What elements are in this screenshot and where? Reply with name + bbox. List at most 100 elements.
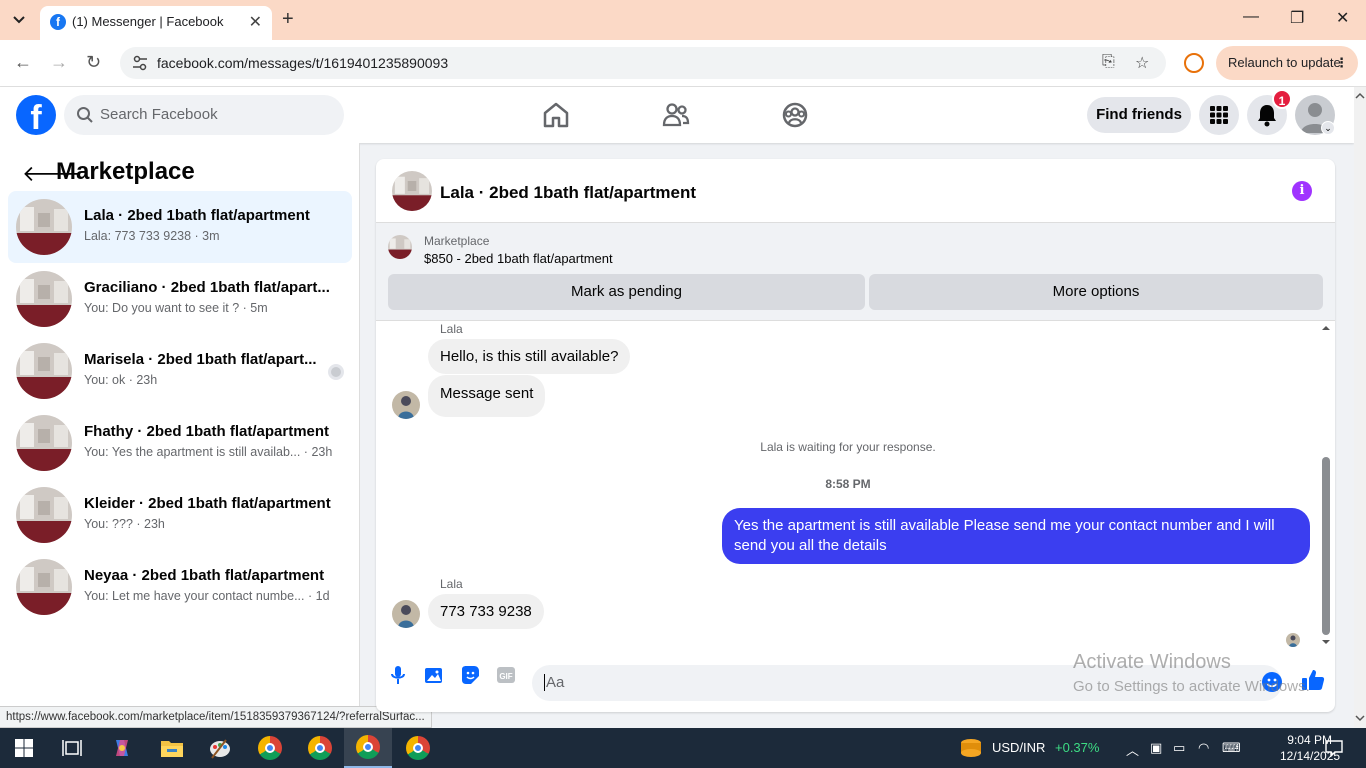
scroll-down-icon[interactable] <box>1319 637 1333 647</box>
thread-name: Kleider · 2bed 1bath flat/apartment <box>84 495 331 512</box>
forward-arrow-icon[interactable]: → <box>50 52 68 73</box>
info-icon[interactable]: i <box>1292 181 1312 201</box>
contact-avatar[interactable] <box>392 600 420 628</box>
message-scrollbar[interactable] <box>1319 321 1333 651</box>
tray-chevron-icon[interactable]: ︿ <box>1126 740 1139 759</box>
scroll-up-icon[interactable] <box>1354 91 1366 101</box>
message-timestamp: 8:58 PM <box>825 477 871 491</box>
window-close-icon[interactable]: ✕ <box>1336 8 1349 28</box>
coins-icon[interactable] <box>958 737 984 759</box>
microphone-icon[interactable] <box>387 664 409 686</box>
taskbar-chrome-profile-k[interactable] <box>246 728 294 768</box>
chrome-profile-icon[interactable] <box>1184 53 1204 73</box>
battery-icon[interactable]: ▭ <box>1173 740 1185 756</box>
facebook-header: f Search Facebook Find friends 1 ⌄ <box>0 87 1354 143</box>
listing-thumbnail <box>16 559 72 615</box>
chrome-menu-icon[interactable]: ⋮ <box>1335 46 1348 80</box>
taskbar-chrome-profile-2[interactable] <box>296 728 344 768</box>
wifi-icon[interactable]: ◠ <box>1198 740 1209 756</box>
bookmark-star-icon[interactable]: ☆ <box>1135 53 1149 73</box>
find-friends-button[interactable]: Find friends <box>1087 97 1191 133</box>
svg-text:GIF: GIF <box>499 672 512 681</box>
meet-now-icon[interactable]: ▣ <box>1150 740 1162 756</box>
taskbar-file-explorer[interactable] <box>148 728 196 768</box>
photo-icon[interactable] <box>423 664 445 686</box>
listing-thumbnail[interactable] <box>388 235 412 259</box>
friends-icon[interactable] <box>660 99 692 131</box>
thread-item-kleider[interactable]: Kleider · 2bed 1bath flat/apartment You:… <box>8 479 352 551</box>
contact-avatar[interactable] <box>392 391 420 419</box>
tab-title: (1) Messenger | Facebook <box>72 14 224 29</box>
ticker-change: +0.37% <box>1055 740 1100 755</box>
taskbar-copilot-app[interactable] <box>98 728 146 768</box>
gif-icon[interactable]: GIF <box>495 664 517 686</box>
browser-tab-messenger[interactable]: f (1) Messenger | Facebook ✕ <box>40 6 272 40</box>
taskbar-chrome-profile-4[interactable] <box>394 728 442 768</box>
link-status-bar: https://www.facebook.com/marketplace/ite… <box>0 706 432 728</box>
windows-logo-icon <box>15 739 33 757</box>
listing-price-title[interactable]: $850 - 2bed 1bath flat/apartment <box>424 251 613 266</box>
thread-name: Graciliano · 2bed 1bath flat/apart... <box>84 279 330 296</box>
scroll-up-icon[interactable] <box>1319 323 1333 333</box>
browser-toolbar: ← → ↻ facebook.com/messages/t/1619401235… <box>0 40 1366 87</box>
tab-close-icon[interactable]: ✕ <box>249 12 262 32</box>
tab-search-chevron-icon[interactable] <box>6 8 32 32</box>
outgoing-message[interactable]: Yes the apartment is still available Ple… <box>722 508 1310 564</box>
windows-taskbar: USD/INR +0.37% ︿ ▣ ▭ ◠ ⌨ 9:04 PM 12/14/2… <box>0 728 1366 768</box>
sticker-icon[interactable] <box>459 664 481 686</box>
incoming-message[interactable]: Message sent <box>428 375 546 417</box>
taskbar-chrome-active[interactable] <box>344 728 392 768</box>
facebook-search-input[interactable]: Search Facebook <box>64 95 344 135</box>
thread-preview: You: ??? · 23h <box>84 517 165 531</box>
site-settings-icon[interactable] <box>132 55 148 71</box>
thread-name: Fhathy · 2bed 1bath flat/apartment <box>84 423 330 440</box>
incoming-message[interactable]: Hello, is this still available? <box>428 339 631 374</box>
notification-center-icon[interactable] <box>1325 739 1343 757</box>
account-chevron-icon[interactable]: ⌄ <box>1321 121 1335 135</box>
listing-thumbnail[interactable] <box>392 171 432 211</box>
facebook-logo-icon[interactable]: f <box>16 95 56 137</box>
sender-name: Lala <box>440 322 463 336</box>
keyboard-icon[interactable]: ⌨ <box>1222 740 1241 756</box>
home-icon[interactable] <box>540 99 572 131</box>
marketplace-thread-list: 🡐 Marketplace Lala · 2bed 1bath flat/apa… <box>0 143 360 728</box>
currency-ticker[interactable]: USD/INR <box>992 740 1045 755</box>
install-app-icon[interactable]: ⎘ <box>1102 53 1115 71</box>
restore-icon[interactable]: ❐ <box>1290 8 1304 28</box>
thread-item-marisela[interactable]: Marisela · 2bed 1bath flat/apart... You:… <box>8 335 352 407</box>
thread-item-fhathy[interactable]: Fhathy · 2bed 1bath flat/apartment You: … <box>8 407 352 479</box>
chrome-icon <box>356 735 380 759</box>
scrollbar-thumb[interactable] <box>1322 457 1330 635</box>
search-icon <box>77 107 93 123</box>
notification-badge: 1 <box>1272 89 1292 109</box>
incoming-message[interactable]: 773 733 9238 <box>428 594 544 629</box>
more-options-button[interactable]: More options <box>869 274 1323 310</box>
address-bar[interactable]: facebook.com/messages/t/1619401235890093… <box>120 47 1166 79</box>
groups-icon[interactable] <box>779 99 811 131</box>
thread-item-neyaa[interactable]: Neyaa · 2bed 1bath flat/apartment You: L… <box>8 551 352 623</box>
menu-grid-button[interactable] <box>1199 95 1239 135</box>
sender-name: Lala <box>440 577 463 591</box>
thread-preview: You: Yes the apartment is still availab.… <box>84 445 333 459</box>
scroll-down-icon[interactable] <box>1354 713 1366 723</box>
thread-preview: Lala: 773 733 9238 · 3m <box>84 229 220 243</box>
thread-name: Lala · 2bed 1bath flat/apartment <box>84 207 310 224</box>
new-tab-icon[interactable]: + <box>282 8 294 31</box>
thread-preview: You: Do you want to see it ? · 5m <box>84 301 268 315</box>
thread-item-lala[interactable]: Lala · 2bed 1bath flat/apartment Lala: 7… <box>8 191 352 263</box>
activate-windows-watermark: Activate Windows Go to Settings to activ… <box>1073 651 1310 695</box>
facebook-favicon-icon: f <box>50 14 66 30</box>
reload-icon[interactable]: ↻ <box>86 52 101 73</box>
minimize-icon[interactable]: — <box>1243 8 1259 26</box>
page-scrollbar[interactable] <box>1354 87 1366 728</box>
taskbar-paint-app[interactable] <box>196 728 244 768</box>
mark-as-pending-button[interactable]: Mark as pending <box>388 274 865 310</box>
task-view-icon <box>62 740 82 756</box>
relaunch-update-button[interactable]: Relaunch to update ⋮ <box>1216 46 1358 80</box>
back-arrow-icon[interactable]: ← <box>14 52 32 73</box>
task-view-button[interactable] <box>48 728 96 768</box>
conversation-title[interactable]: Lala · 2bed 1bath flat/apartment <box>440 183 696 203</box>
thread-item-graciliano[interactable]: Graciliano · 2bed 1bath flat/apart... Yo… <box>8 263 352 335</box>
message-input-placeholder: Aa <box>544 674 565 691</box>
start-button[interactable] <box>0 728 48 768</box>
